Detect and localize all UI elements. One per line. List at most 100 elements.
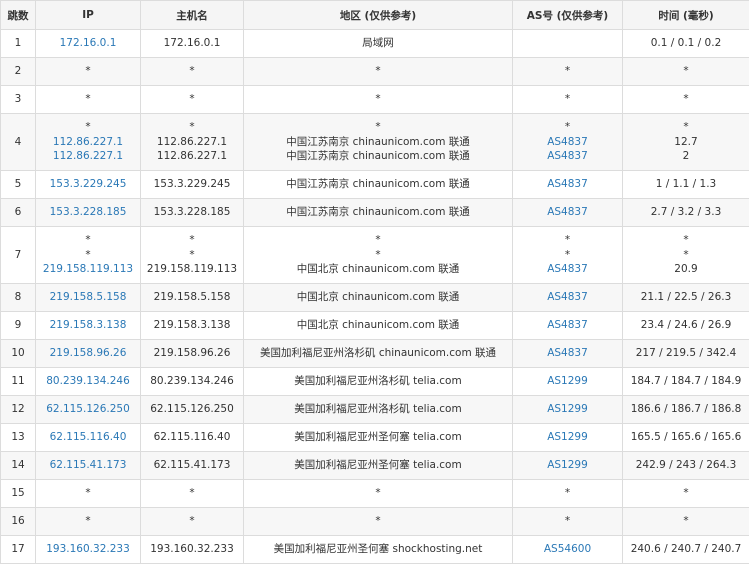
hostname-cell: 62.115.41.173 [140,451,244,480]
hop-cell: 16 [0,507,36,536]
hop-cell: 14 [0,451,36,480]
host-value: 112.86.227.1 [156,135,228,148]
region-value: 中国北京 chinaunicom.com 联通 [296,263,460,276]
as-value[interactable]: AS4837 [513,177,622,192]
time-cell: 0.1 / 0.1 / 0.2 [622,29,749,58]
ip-value[interactable]: 112.86.227.1 [36,149,140,164]
hop-cell: 4 [0,113,36,171]
region-cell: 美国加利福尼亚州圣何塞 shockhosting.net [243,535,513,564]
as-value[interactable]: AS4837 [513,149,622,164]
hostname-cell: * * 219.158.119.113 [140,226,244,284]
as-cell: * [512,57,623,86]
as-value[interactable]: AS4837 [513,290,622,305]
table-body: 1 172.16.0.1 172.16.0.1 局域网 0.1 / 0.1 / 0.2 2… [0,29,749,564]
as-value[interactable]: AS1299 [513,402,622,417]
region-cell: 中国江苏南京 chinaunicom.com 联通 [243,198,513,227]
ip-value[interactable]: 62.115.41.173 [36,458,140,473]
host-value: * [189,65,195,78]
ip-cell: * [35,507,141,536]
ip-value[interactable]: 80.239.134.246 [36,374,140,389]
time-cell: * [622,85,749,114]
as-cell: AS1299 [512,367,623,396]
region-value: * [375,65,381,78]
ip-value[interactable]: 153.3.229.245 [36,177,140,192]
ip-value[interactable]: 153.3.228.185 [36,205,140,220]
as-cell: * AS4837 AS4837 [512,113,623,171]
ip-cell: 219.158.3.138 [35,311,141,340]
hop-cell: 2 [0,57,36,86]
time-value: * [683,515,689,528]
region-cell: 美国加利福尼亚州圣何塞 telia.com [243,451,513,480]
header-time: 时间 (毫秒) [622,0,749,30]
ip-value[interactable]: 62.115.116.40 [36,430,140,445]
region-value: 中国江苏南京 chinaunicom.com 联通 [286,178,470,191]
hostname-cell: 219.158.5.158 [140,283,244,312]
region-cell: 中国北京 chinaunicom.com 联通 [243,311,513,340]
region-value: 局域网 [362,37,394,50]
region-cell: * [243,85,513,114]
as-value[interactable]: AS1299 [513,458,622,473]
time-cell: * [622,57,749,86]
as-value[interactable]: AS54600 [513,542,622,557]
table-row: 3 * * * * * [0,85,749,114]
time-value: 23.4 / 24.6 / 26.9 [640,319,732,332]
as-value[interactable]: AS4837 [513,135,622,150]
hop-cell: 11 [0,367,36,396]
header-ip: IP [35,0,141,30]
hop-cell: 15 [0,479,36,508]
region-value: 美国加利福尼亚州洛杉矶 telia.com [294,403,462,416]
ip-value[interactable]: 219.158.119.113 [36,262,140,277]
region-value: * [375,93,381,106]
ip-value[interactable]: 172.16.0.1 [36,36,140,51]
hop-cell: 1 [0,29,36,58]
region-cell: 美国加利福尼亚州洛杉矶 telia.com [243,395,513,424]
hop-cell: 3 [0,85,36,114]
time-value: * [683,487,689,500]
region-cell: 美国加利福尼亚州洛杉矶 telia.com [243,367,513,396]
region-value: * [375,515,381,528]
ip-value[interactable]: 112.86.227.1 [36,135,140,150]
table-header-row: 跳数 IP 主机名 地区 (仅供参考) AS号 (仅供参考) 时间 (毫秒) [0,0,749,30]
table-row: 6 153.3.228.185 153.3.228.185 中国江苏南京 chinau… [0,198,749,227]
traceroute-table: 跳数 IP 主机名 地区 (仅供参考) AS号 (仅供参考) 时间 (毫秒) 1… [0,0,749,564]
as-value[interactable]: AS1299 [513,430,622,445]
time-value: 240.6 / 240.7 / 240.7 [630,543,742,556]
ip-cell: * [35,479,141,508]
time-value: 184.7 / 184.7 / 184.9 [630,375,742,388]
as-value[interactable]: AS4837 [513,262,622,277]
host-value: * [189,487,195,500]
ip-value[interactable]: 219.158.5.158 [36,290,140,305]
table-row: 14 62.115.41.173 62.115.41.173 美国加利福尼亚州圣何塞 … [0,451,749,480]
hop-cell: 12 [0,395,36,424]
ip-value: * [85,93,91,106]
time-value: * [683,93,689,106]
ip-value[interactable]: 219.158.96.26 [36,346,140,361]
as-value[interactable]: AS4837 [513,318,622,333]
as-cell: AS54600 [512,535,623,564]
ip-cell: * 112.86.227.1 112.86.227.1 [35,113,141,171]
hostname-cell: 80.239.134.246 [140,367,244,396]
host-value: 62.115.116.40 [153,431,231,444]
as-value[interactable]: AS1299 [513,374,622,389]
time-value: 1 / 1.1 / 1.3 [655,178,717,191]
region-value: 美国加利福尼亚州圣何塞 telia.com [294,459,462,472]
region-value: 中国江苏南京 chinaunicom.com 联通 [286,206,470,219]
as-value[interactable]: AS4837 [513,205,622,220]
table-row: 16 * * * * * [0,507,749,536]
region-cell: * 中国江苏南京 chinaunicom.com 联通 中国江苏南京 chinaun… [243,113,513,171]
as-cell: AS4837 [512,311,623,340]
hostname-cell: 62.115.116.40 [140,423,244,452]
ip-value[interactable]: 219.158.3.138 [36,318,140,333]
ip-value[interactable]: 62.115.126.250 [36,402,140,417]
ip-cell: 80.239.134.246 [35,367,141,396]
region-value: 中国北京 chinaunicom.com 联通 [296,319,460,332]
as-cell: AS4837 [512,339,623,368]
as-cell: * [512,507,623,536]
ip-value[interactable]: 193.160.32.233 [36,542,140,557]
ip-cell: 62.115.126.250 [35,395,141,424]
as-value[interactable]: AS4837 [513,346,622,361]
ip-cell: 153.3.228.185 [35,198,141,227]
time-cell: 21.1 / 22.5 / 26.3 [622,283,749,312]
as-value: * [564,121,571,134]
time-value: 12.7 [674,135,698,148]
